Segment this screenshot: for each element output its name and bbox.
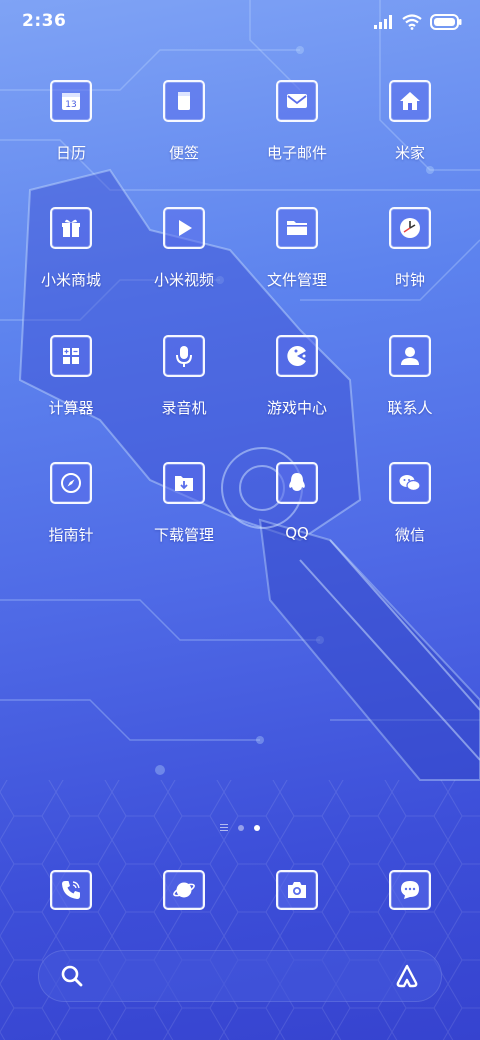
app-wechat[interactable]: 微信 [360, 462, 460, 572]
app-label: 微信 [394, 526, 425, 544]
app-label: 录音机 [161, 399, 207, 417]
gift-icon [50, 207, 92, 249]
dock-phone[interactable] [21, 870, 121, 910]
app-notes[interactable]: 便签 [134, 80, 234, 190]
app-calculator[interactable]: 计算器 [21, 335, 121, 445]
camera-icon [276, 870, 318, 910]
search-bar[interactable] [38, 950, 442, 1002]
app-label: 下载管理 [153, 526, 214, 544]
app-calendar[interactable]: 13 日历 [21, 80, 121, 190]
compass-icon [50, 462, 92, 504]
page-dot-active [254, 824, 260, 831]
app-label: 指南针 [48, 526, 94, 544]
app-file-manager[interactable]: 文件管理 [247, 207, 347, 317]
dock-camera[interactable] [247, 870, 347, 910]
app-qq[interactable]: QQ [247, 462, 347, 572]
app-mihome[interactable]: 米家 [360, 80, 460, 190]
app-recorder[interactable]: 录音机 [134, 335, 234, 445]
wifi-icon [402, 14, 422, 30]
app-download-manager[interactable]: 下载管理 [134, 462, 234, 572]
app-label: QQ [285, 524, 309, 542]
app-label: 游戏中心 [266, 399, 327, 417]
browser-icon [163, 870, 205, 910]
app-label: 计算器 [48, 399, 94, 417]
home-icon [389, 80, 431, 122]
app-label: 便签 [168, 144, 199, 162]
assistant-icon[interactable] [394, 963, 420, 989]
mail-icon [276, 80, 318, 122]
calendar-day: 13 [65, 100, 76, 110]
status-time: 2:36 [22, 11, 67, 31]
page-list-icon [220, 824, 228, 831]
calendar-icon: 13 [50, 80, 92, 122]
download-icon [163, 462, 205, 504]
app-mi-video[interactable]: 小米视频 [134, 207, 234, 317]
phone-icon [50, 870, 92, 910]
app-contacts[interactable]: 联系人 [360, 335, 460, 445]
app-mail[interactable]: 电子邮件 [247, 80, 347, 190]
app-label: 小米视频 [153, 271, 214, 289]
app-label: 日历 [55, 144, 86, 162]
app-label: 米家 [394, 144, 425, 162]
messages-icon [389, 870, 431, 910]
app-label: 电子邮件 [266, 144, 327, 162]
app-label: 联系人 [387, 399, 433, 417]
page-indicator[interactable] [0, 824, 480, 831]
play-icon [163, 207, 205, 249]
qq-icon [276, 462, 318, 504]
app-game-center[interactable]: 游戏中心 [247, 335, 347, 445]
folder-icon [276, 207, 318, 249]
calculator-icon [50, 335, 92, 377]
app-clock[interactable]: 时钟 [360, 207, 460, 317]
app-compass[interactable]: 指南针 [21, 462, 121, 572]
signal-icon [374, 15, 392, 29]
dock-browser[interactable] [134, 870, 234, 910]
status-icons [374, 12, 462, 32]
app-label: 文件管理 [266, 271, 327, 289]
app-label: 时钟 [394, 271, 425, 289]
game-icon [276, 335, 318, 377]
wechat-icon [389, 462, 431, 504]
battery-icon [430, 14, 462, 30]
contact-icon [389, 335, 431, 377]
status-bar: 2:36 [0, 0, 480, 44]
clock-icon [389, 207, 431, 249]
microphone-icon [163, 335, 205, 377]
app-label: 小米商城 [40, 271, 101, 289]
app-mi-store[interactable]: 小米商城 [21, 207, 121, 317]
notes-icon [163, 80, 205, 122]
search-icon[interactable] [60, 964, 84, 988]
page-dot [238, 824, 244, 831]
dock-messages[interactable] [360, 870, 460, 910]
